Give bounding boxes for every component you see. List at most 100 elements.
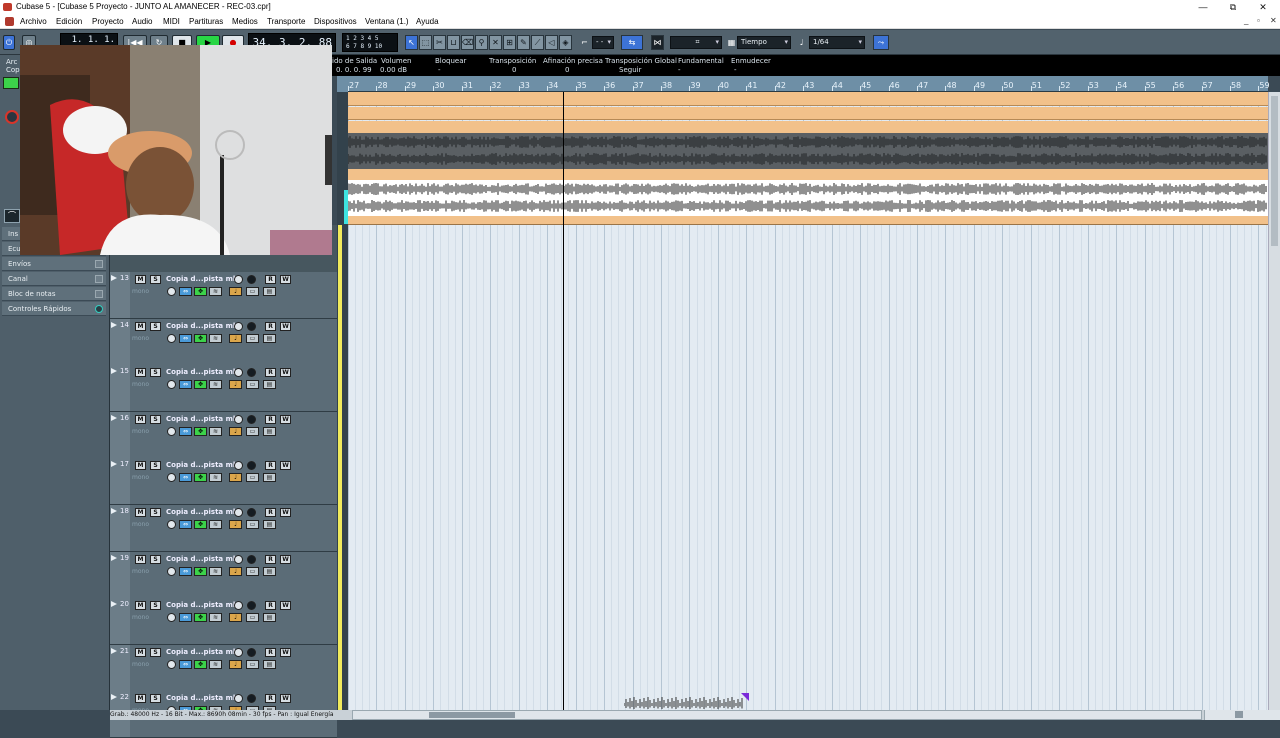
audio-event-waveform-white[interactable] — [347, 180, 1268, 216]
color-icon[interactable]: ◈ — [559, 35, 572, 50]
track-row[interactable]: 16 M S Copia d...pista mk R Wmono e ⇔ ✥ ≋ ♩ ▭ ▤ — [110, 411, 337, 459]
edit-channel-button[interactable]: e — [167, 287, 176, 296]
lane-icon[interactable]: ⇔ — [179, 287, 192, 296]
project-cursor[interactable] — [563, 92, 564, 710]
write-automation-button[interactable]: W — [280, 508, 291, 517]
sends-bypass-icon[interactable] — [95, 260, 103, 268]
record-enable-icon[interactable] — [234, 694, 243, 704]
track-name[interactable]: Copia d...pista mk — [166, 694, 238, 702]
info-value-lock[interactable]: - — [438, 66, 441, 74]
expand-track-icon[interactable] — [111, 601, 117, 608]
mute-button[interactable]: M — [135, 694, 146, 704]
track-name[interactable]: Copia d...pista mk — [166, 508, 238, 516]
inspector-section-notepad[interactable]: Bloc de notas — [2, 287, 106, 301]
folder-icon[interactable]: ▭ — [246, 473, 259, 483]
menu-transporte[interactable]: Transporte — [267, 17, 305, 26]
edit-channel-button[interactable]: e — [167, 520, 176, 529]
quantize-dropdown[interactable]: 1/64 — [809, 36, 865, 49]
musical-mode-icon[interactable]: ♩ — [229, 380, 242, 390]
markers-row-top[interactable]: 1 2 3 4 5 — [346, 35, 394, 43]
menu-archivo[interactable]: Archivo — [20, 17, 47, 26]
expand-track-icon[interactable] — [111, 461, 117, 468]
horizontal-scrollbar[interactable] — [352, 710, 1202, 720]
line-icon[interactable]: ⟋ — [531, 35, 544, 50]
timebase-icon[interactable]: ✥ — [194, 566, 207, 576]
audio-event-orange-3[interactable] — [348, 121, 1268, 133]
monitor-icon[interactable] — [247, 694, 256, 704]
track-row[interactable]: 19 M S Copia d...pista mk R Wmono e ⇔ ✥ ≋ ♩ ▭ ▤ — [110, 551, 337, 599]
musical-mode-icon[interactable]: ♩ — [229, 287, 242, 296]
track-name[interactable]: Copia d...pista mk — [166, 322, 238, 330]
info-value-transpose[interactable]: 0 — [512, 66, 516, 74]
mute-button[interactable]: M — [135, 461, 146, 471]
menu-medios[interactable]: Medios — [232, 17, 258, 26]
mdi-close-button[interactable]: ✕ — [1270, 16, 1277, 25]
menu-audio[interactable]: Audio — [132, 17, 152, 26]
folder-icon[interactable]: ▭ — [246, 380, 259, 390]
track-number[interactable]: 14 — [110, 318, 130, 365]
track-row[interactable]: 18 M S Copia d...pista mk R Wmono e ⇔ ✥ ≋ ♩ ▭ ▤ — [110, 505, 337, 552]
expand-track-icon[interactable] — [111, 414, 117, 421]
lane-icon[interactable]: ⇔ — [179, 520, 192, 529]
record-enable-icon[interactable] — [234, 601, 243, 611]
lane-icon[interactable]: ⇔ — [179, 473, 192, 483]
vertical-scrollbar[interactable] — [1268, 92, 1280, 710]
mute-button[interactable]: M — [135, 275, 146, 284]
info-value-volume[interactable]: 0.00 dB — [380, 66, 407, 74]
range-icon[interactable]: ⬚ — [419, 35, 432, 50]
timebase-icon[interactable]: ✥ — [194, 520, 207, 529]
solo-button[interactable]: S — [150, 694, 161, 704]
freeze-icon[interactable]: ≋ — [209, 287, 222, 296]
solo-button[interactable]: S — [150, 554, 161, 564]
read-automation-button[interactable]: R — [265, 414, 276, 424]
expand-track-icon[interactable] — [111, 694, 117, 701]
track-number[interactable]: 20 — [110, 598, 130, 645]
lane-icon[interactable]: ⇔ — [179, 659, 192, 669]
lane-icon[interactable]: ⇔ — [179, 333, 192, 343]
timebase-icon[interactable]: ✥ — [194, 287, 207, 296]
grid-type-dropdown[interactable]: ⌗ — [670, 36, 722, 49]
track-name[interactable]: Copia d...pista mk — [166, 415, 238, 423]
inspector-track-color[interactable] — [3, 77, 19, 89]
info-value-mute[interactable]: - — [734, 66, 737, 74]
inspector-section-channel[interactable]: Canal — [2, 272, 106, 286]
folder-icon[interactable]: ▭ — [246, 426, 259, 436]
expand-track-icon[interactable] — [111, 368, 117, 375]
record-enable-icon[interactable] — [234, 275, 243, 284]
mute-button[interactable]: M — [135, 554, 146, 564]
record-enable-icon[interactable] — [234, 647, 243, 657]
lane-icon[interactable]: ⇔ — [179, 380, 192, 390]
freeze-icon[interactable]: ≋ — [209, 380, 222, 390]
audio-event-orange-1[interactable] — [348, 92, 1268, 106]
write-automation-button[interactable]: W — [280, 647, 291, 657]
edit-channel-button[interactable]: e — [167, 659, 176, 669]
mute-button[interactable]: M — [135, 647, 146, 657]
solo-button[interactable]: S — [150, 601, 161, 611]
solo-button[interactable]: S — [150, 461, 161, 471]
musical-mode-icon[interactable]: ♩ — [229, 520, 242, 529]
write-automation-button[interactable]: W — [280, 414, 291, 424]
expand-track-icon[interactable] — [111, 275, 117, 281]
menu-edicion[interactable]: Edición — [56, 17, 82, 26]
timebase-icon[interactable]: ✥ — [194, 426, 207, 436]
musical-mode-icon[interactable]: ♩ — [229, 473, 242, 483]
monitor-icon[interactable] — [247, 601, 256, 611]
info-value-root-key[interactable]: - — [678, 66, 681, 74]
inserts-icon[interactable]: ▤ — [263, 380, 276, 390]
minimize-button[interactable]: — — [1188, 0, 1218, 14]
mute-button[interactable]: M — [135, 508, 146, 517]
timeline-ruler[interactable]: 27 28 29 30 31 32 33 34 35 36 37 38 39 40 41 42 43 44 45 46… — [348, 76, 1270, 92]
audio-event-snippet[interactable] — [623, 690, 750, 710]
split-icon[interactable]: ✂ — [433, 35, 446, 50]
mute-button[interactable]: M — [135, 414, 146, 424]
inserts-icon[interactable]: ▤ — [263, 613, 276, 623]
folder-icon[interactable]: ▭ — [246, 613, 259, 623]
audio-event-waveform-grey[interactable] — [347, 133, 1268, 169]
solo-button[interactable]: S — [150, 321, 161, 331]
inserts-icon[interactable]: ▤ — [263, 520, 276, 529]
menu-partituras[interactable]: Partituras — [189, 17, 223, 26]
mute-button[interactable]: M — [135, 601, 146, 611]
write-automation-button[interactable]: W — [280, 275, 291, 284]
track-row[interactable]: 17 M S Copia d...pista mk R Wmono e ⇔ ✥ ≋ ♩ ▭ ▤ — [110, 458, 337, 506]
track-name[interactable]: Copia d...pista mk — [166, 555, 238, 563]
